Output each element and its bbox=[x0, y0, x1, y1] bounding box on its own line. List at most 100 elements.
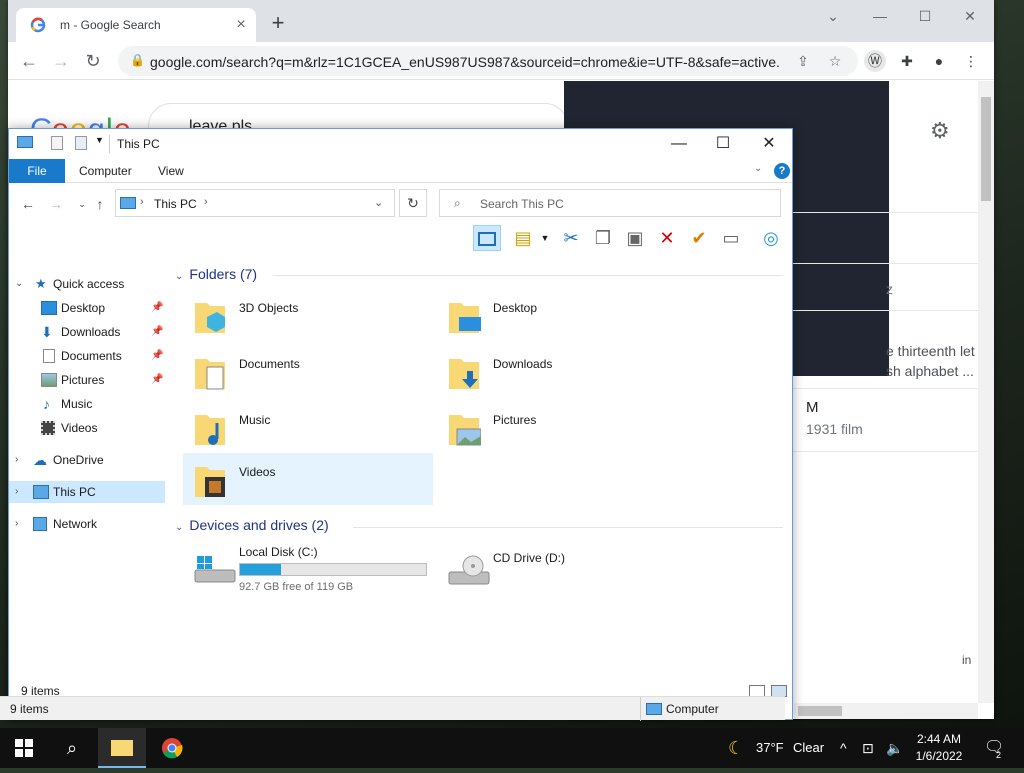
nav-quick-access[interactable]: ⌄ ★ Quick access bbox=[9, 273, 165, 295]
folder-3d-objects[interactable]: 3D Objects bbox=[183, 289, 433, 341]
expanded-chevron-icon[interactable]: ⌄ bbox=[15, 273, 23, 295]
folder-label: Music bbox=[239, 413, 271, 427]
recent-locations-icon[interactable]: ⌄ bbox=[73, 195, 91, 213]
folder-videos[interactable]: Videos bbox=[183, 453, 433, 505]
new-tab-button[interactable]: + bbox=[266, 12, 290, 36]
browser-tab[interactable]: m - Google Search × bbox=[16, 8, 256, 42]
forward-icon[interactable]: → bbox=[47, 195, 65, 213]
file-explorer-taskbar-button[interactable] bbox=[98, 728, 146, 768]
weather-temp[interactable]: 37°F bbox=[756, 728, 784, 768]
extension-w-icon[interactable]: Ⓦ bbox=[864, 50, 886, 72]
folder-desktop[interactable]: Desktop bbox=[437, 289, 687, 341]
nav-desktop[interactable]: Desktop 📌 bbox=[9, 297, 165, 319]
minimize-icon[interactable]: — bbox=[868, 6, 892, 26]
qat-dropdown-icon[interactable]: ▼ bbox=[95, 135, 104, 145]
kp-result-title[interactable]: M bbox=[806, 399, 819, 416]
profile-avatar-icon[interactable]: ● bbox=[928, 50, 950, 72]
delete-icon[interactable]: ✕ bbox=[653, 225, 681, 251]
pin-icon[interactable]: 📌 bbox=[151, 297, 163, 319]
folder-pictures[interactable]: Pictures bbox=[437, 401, 687, 453]
close-icon[interactable]: ✕ bbox=[747, 133, 791, 155]
rename-icon[interactable]: ▭ bbox=[717, 225, 745, 251]
show-hidden-icons-icon[interactable]: ^ bbox=[840, 728, 847, 768]
group-collapse-icon[interactable]: ⌄ bbox=[175, 522, 183, 533]
scrollbar-thumb[interactable] bbox=[798, 706, 842, 716]
nav-pictures[interactable]: Pictures 📌 bbox=[9, 369, 165, 391]
horizontal-scrollbar[interactable] bbox=[794, 703, 978, 719]
tab-search-icon[interactable]: ⌄ bbox=[821, 6, 845, 26]
settings-gear-icon[interactable]: ⚙ bbox=[930, 118, 950, 144]
vertical-scrollbar[interactable] bbox=[978, 81, 994, 703]
share-icon[interactable]: ⇪ bbox=[794, 52, 812, 70]
moon-weather-icon[interactable]: ☾ bbox=[728, 728, 744, 768]
back-icon[interactable]: ← bbox=[18, 50, 40, 72]
preview-pane-icon[interactable] bbox=[473, 225, 501, 251]
close-window-icon[interactable]: ✕ bbox=[958, 6, 982, 26]
group-collapse-icon[interactable]: ⌄ bbox=[175, 271, 183, 282]
paste-icon[interactable]: ▣ bbox=[621, 225, 649, 251]
folder-downloads[interactable]: Downloads bbox=[437, 345, 687, 397]
back-icon[interactable]: ← bbox=[19, 195, 37, 213]
start-button[interactable] bbox=[0, 728, 48, 768]
dropdown-icon[interactable]: ▼ bbox=[531, 225, 559, 251]
drive-d[interactable]: CD Drive (D:) bbox=[437, 541, 687, 611]
explorer-address-bar[interactable]: › This PC › ⌄ bbox=[115, 189, 395, 217]
breadcrumb-chevron-icon[interactable]: › bbox=[204, 196, 208, 208]
volume-muted-icon[interactable]: 🔈 bbox=[886, 728, 903, 768]
folder-documents[interactable]: Documents bbox=[183, 345, 433, 397]
nav-this-pc[interactable]: › This PC bbox=[9, 481, 165, 503]
breadcrumb-chevron-icon[interactable]: › bbox=[140, 196, 144, 208]
address-dropdown-icon[interactable]: ⌄ bbox=[374, 196, 383, 209]
nav-videos[interactable]: Videos bbox=[9, 417, 165, 439]
maximize-icon[interactable]: ☐ bbox=[701, 133, 745, 155]
tab-close-icon[interactable]: × bbox=[232, 16, 250, 34]
drives-group-header[interactable]: ⌄ Devices and drives (2) bbox=[175, 517, 329, 533]
weather-desc[interactable]: Clear bbox=[793, 728, 824, 768]
nav-label: Pictures bbox=[61, 373, 105, 387]
taskbar: ⌕ ☾ 37°F Clear ^ ⊡ 🔈 2:44 AM 1/6/2022 🗨 … bbox=[0, 728, 1024, 768]
network-icon[interactable]: ⊡ bbox=[862, 728, 874, 768]
properties-icon[interactable] bbox=[51, 136, 63, 150]
checkmark-icon[interactable]: ✔ bbox=[685, 225, 713, 251]
explorer-search-input[interactable]: ⌕ Search This PC bbox=[439, 189, 781, 217]
nav-onedrive[interactable]: › ☁ OneDrive bbox=[9, 449, 165, 471]
expand-ribbon-icon[interactable]: ⌄ bbox=[754, 163, 762, 174]
nav-documents[interactable]: Documents 📌 bbox=[9, 345, 165, 367]
notifications-icon[interactable]: 🗨 bbox=[984, 728, 1004, 768]
new-folder-icon[interactable] bbox=[75, 136, 87, 150]
collapsed-chevron-icon[interactable]: › bbox=[15, 449, 18, 471]
drive-c[interactable]: Local Disk (C:) 92.7 GB free of 119 GB bbox=[183, 541, 433, 611]
collapsed-chevron-icon[interactable]: › bbox=[15, 481, 18, 503]
nav-music[interactable]: ♪ Music bbox=[9, 393, 165, 415]
folders-group-header[interactable]: ⌄ Folders (7) bbox=[175, 266, 257, 282]
reload-icon[interactable]: ↻ bbox=[82, 50, 104, 72]
chrome-taskbar-button[interactable] bbox=[148, 728, 196, 768]
nav-label: OneDrive bbox=[53, 453, 104, 467]
pin-icon[interactable]: 📌 bbox=[151, 369, 163, 391]
extensions-puzzle-icon[interactable]: ✚ bbox=[896, 50, 918, 72]
maximize-icon[interactable]: ☐ bbox=[913, 6, 937, 26]
up-icon[interactable]: ↑ bbox=[91, 195, 109, 213]
nav-network[interactable]: › Network bbox=[9, 513, 165, 535]
minimize-icon[interactable]: — bbox=[657, 133, 701, 155]
bookmark-star-icon[interactable]: ☆ bbox=[826, 52, 844, 70]
scrollbar-thumb[interactable] bbox=[981, 97, 991, 201]
tab-computer[interactable]: Computer bbox=[65, 159, 146, 183]
pin-icon[interactable]: 📌 bbox=[151, 345, 163, 367]
nav-downloads[interactable]: ⬇ Downloads 📌 bbox=[9, 321, 165, 343]
collapsed-chevron-icon[interactable]: › bbox=[15, 513, 18, 535]
refresh-icon[interactable]: ↻ bbox=[399, 189, 427, 217]
forward-icon[interactable]: → bbox=[50, 50, 72, 72]
clock[interactable]: 2:44 AM 1/6/2022 bbox=[908, 731, 970, 765]
cut-icon[interactable]: ✂ bbox=[557, 225, 585, 251]
address-bar[interactable]: 🔒 google.com/search?q=m&rlz=1C1GCEA_enUS… bbox=[118, 46, 858, 76]
folder-music[interactable]: Music bbox=[183, 401, 433, 453]
search-icon[interactable]: ⌕ bbox=[48, 728, 96, 768]
shell-icon[interactable]: ◎ bbox=[757, 225, 785, 251]
copy-icon[interactable]: ❐ bbox=[589, 225, 617, 251]
tab-file[interactable]: File bbox=[9, 159, 65, 183]
chrome-menu-icon[interactable]: ⋮ bbox=[960, 50, 982, 72]
pin-icon[interactable]: 📌 bbox=[151, 321, 163, 343]
tab-view[interactable]: View bbox=[144, 159, 198, 183]
help-icon[interactable]: ? bbox=[774, 163, 790, 179]
